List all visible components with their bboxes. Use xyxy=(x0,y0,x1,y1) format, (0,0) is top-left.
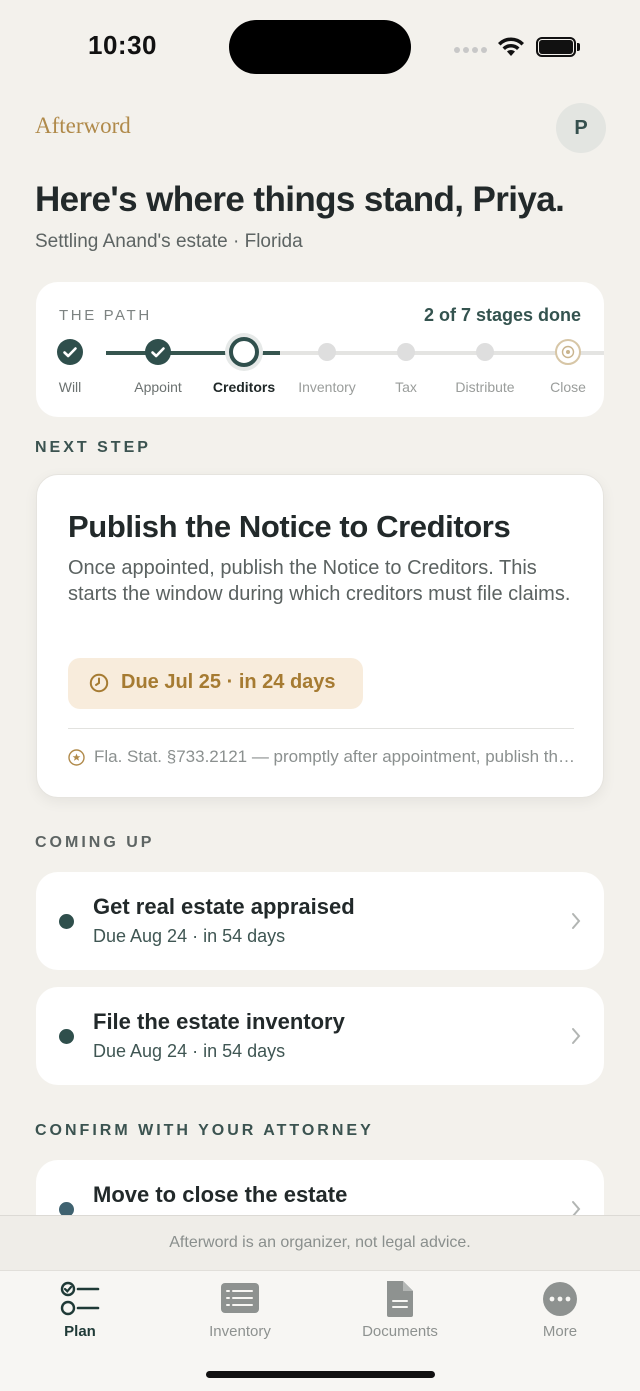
task-title: Get real estate appraised xyxy=(93,894,355,919)
seal-icon xyxy=(68,749,85,766)
next-step-card[interactable]: Publish the Notice to Creditors Once app… xyxy=(36,474,604,798)
tab-label: Plan xyxy=(64,1323,96,1340)
stage-dot-distribute xyxy=(476,343,494,361)
stage-dot-close xyxy=(555,339,581,365)
tab-label: More xyxy=(542,1323,578,1340)
task-card[interactable]: Get real estate appraised Due Aug 24 · i… xyxy=(36,872,604,970)
tab-label: Inventory xyxy=(209,1323,271,1340)
check-icon xyxy=(151,347,165,358)
stage-dot-tax xyxy=(397,343,415,361)
stage-dot-creditors xyxy=(229,337,259,367)
stage-dot-appoint xyxy=(145,339,171,365)
due-badge: Due Jul 25 · in 24 days xyxy=(68,658,363,709)
task-title: File the estate inventory xyxy=(93,1009,345,1034)
chevron-right-icon xyxy=(572,1028,581,1044)
stage-label-tax: Tax xyxy=(395,379,417,395)
tab-more[interactable]: More xyxy=(480,1271,640,1351)
status-bar: 10:30 xyxy=(0,0,640,92)
next-step-label: NEXT STEP xyxy=(35,439,151,456)
stage-label-distribute: Distribute xyxy=(455,379,515,395)
task-due: Due Aug 24 · in 54 days xyxy=(93,1041,286,1061)
tab-plan[interactable]: Plan xyxy=(0,1271,160,1351)
avatar[interactable]: P xyxy=(556,103,606,153)
dynamic-island xyxy=(229,20,411,74)
cellular-signal-icon xyxy=(454,44,488,54)
document-icon xyxy=(387,1281,413,1317)
tab-inventory[interactable]: Inventory xyxy=(160,1271,320,1351)
status-dot xyxy=(59,914,74,929)
stage-label-inventory: Inventory xyxy=(298,379,356,395)
tab-label: Documents xyxy=(362,1323,438,1340)
list-icon xyxy=(221,1283,259,1313)
more-icon xyxy=(543,1282,577,1316)
stage-dot-inventory xyxy=(318,343,336,361)
battery-icon xyxy=(536,37,580,57)
wifi-icon xyxy=(498,37,524,56)
tab-documents[interactable]: Documents xyxy=(320,1271,480,1351)
task-card[interactable]: File the estate inventory Due Aug 24 · i… xyxy=(36,987,604,1085)
due-text: Due Jul 25 · in 24 days xyxy=(121,671,336,693)
path-card[interactable]: THE PATH 2 of 7 stages done Will Appoint C… xyxy=(36,282,604,417)
stage-label-close: Close xyxy=(550,379,586,395)
status-time: 10:30 xyxy=(88,30,157,60)
checklist-icon xyxy=(60,1281,100,1316)
brand-logo: Afterword xyxy=(35,113,131,138)
seal-icon xyxy=(561,345,575,359)
attorney-label: CONFIRM WITH YOUR ATTORNEY xyxy=(35,1122,374,1139)
home-indicator xyxy=(206,1371,435,1378)
legal-disclaimer: Afterword is an organizer, not legal adv… xyxy=(0,1215,640,1270)
stage-label-appoint: Appoint xyxy=(134,379,182,395)
page-subtitle: Settling Anand's estate · Florida xyxy=(35,231,303,252)
page-title: Here's where things stand, Priya. xyxy=(35,180,565,219)
stage-label-will: Will xyxy=(58,379,82,395)
coming-up-label: COMING UP xyxy=(35,834,155,851)
next-step-title: Publish the Notice to Creditors xyxy=(68,509,511,544)
next-step-description: Once appointed, publish the Notice to Cr… xyxy=(68,557,571,605)
task-due: Due Aug 24 · in 54 days xyxy=(93,926,286,946)
clock-icon xyxy=(89,673,109,693)
path-label: THE PATH xyxy=(59,307,152,324)
check-icon xyxy=(63,347,77,358)
task-title: Move to close the estate xyxy=(93,1182,348,1207)
statute-citation: Fla. Stat. §733.2121 — promptly after ap… xyxy=(94,747,576,766)
divider xyxy=(68,728,574,729)
stage-label-creditors: Creditors xyxy=(212,379,276,395)
path-progress: 2 of 7 stages done xyxy=(423,305,581,325)
chevron-right-icon xyxy=(572,913,581,929)
stage-dot-will xyxy=(57,339,83,365)
status-dot xyxy=(59,1029,74,1044)
